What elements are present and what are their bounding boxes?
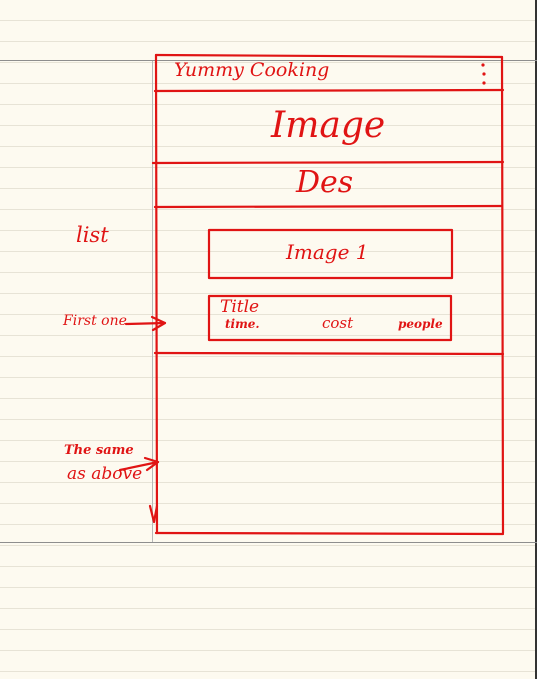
divider-image: [151, 160, 505, 165]
list-meta-cost: cost: [322, 314, 354, 332]
frame-bottom: [154, 531, 505, 536]
list-image-label: Image 1: [286, 240, 369, 264]
divider-toolbar: [153, 88, 505, 93]
annotation-same-line2: as above: [67, 464, 143, 484]
annotation-list: list: [76, 223, 109, 247]
list-meta-people: people: [398, 317, 443, 331]
divider-first-item: [153, 351, 505, 356]
list-title-label: Title: [220, 297, 260, 317]
frame-top: [154, 53, 504, 59]
vertical-ellipsis-icon: [481, 63, 486, 85]
arrow-first-one: [124, 321, 167, 326]
frame-right: [500, 55, 505, 535]
app-title: Yummy Cooking: [174, 59, 330, 81]
annotation-first-one: First one: [63, 313, 127, 329]
header-image-label: Image: [271, 105, 386, 146]
sketch-strokes: [118, 53, 505, 536]
annotation-same-line1: The same: [64, 443, 134, 458]
divider-description: [153, 204, 504, 209]
description-label: Des: [296, 165, 354, 200]
list-meta-time: time.: [225, 317, 260, 331]
